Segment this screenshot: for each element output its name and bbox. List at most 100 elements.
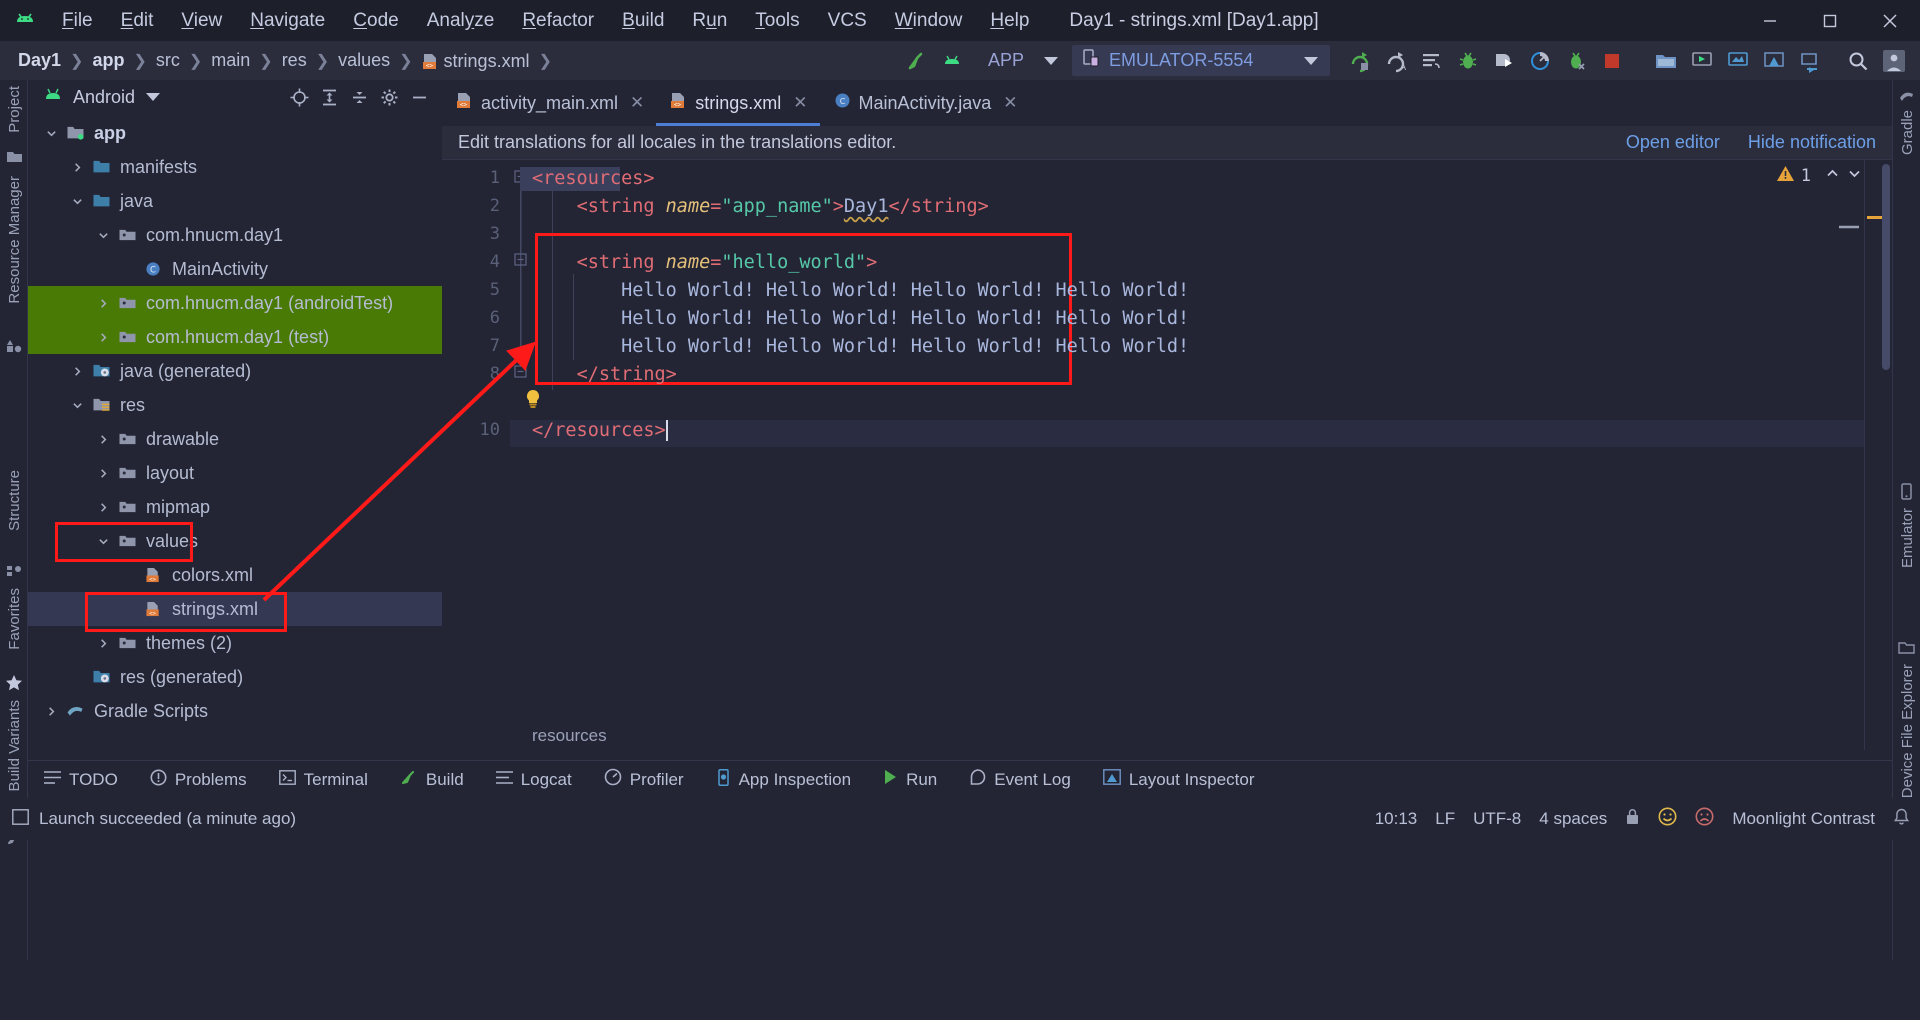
code-line[interactable]: </resources>​ (532, 420, 668, 441)
close-button[interactable] (1860, 0, 1920, 41)
chevron-up-icon[interactable] (1825, 166, 1840, 186)
breadcrumb-src[interactable]: src (152, 48, 184, 73)
device-explorer-icon[interactable] (1720, 46, 1756, 76)
hide-panel-icon[interactable] (404, 83, 434, 111)
target-crosshair-icon[interactable] (284, 83, 314, 111)
chevron-down-icon[interactable] (46, 128, 57, 139)
tree-item-com-hnucm-day1-test[interactable]: com.hnucm.day1 (test) (28, 320, 442, 354)
indent-setting[interactable]: 4 spaces (1539, 809, 1607, 829)
menu-window[interactable]: Window (881, 6, 977, 36)
chevron-down-icon[interactable] (98, 536, 109, 547)
menu-view[interactable]: View (167, 6, 236, 36)
sidebar-item-device-file-explorer[interactable]: Device File Explorer (1893, 664, 1920, 798)
breadcrumb-day1[interactable]: Day1 (14, 48, 65, 73)
close-icon[interactable]: ✕ (630, 93, 644, 113)
chevron-down-icon[interactable] (72, 400, 83, 411)
menu-code[interactable]: Code (339, 6, 412, 36)
menu-run[interactable]: Run (678, 6, 741, 36)
code-line[interactable]: <resources> (532, 168, 655, 189)
apply-code-changes-icon[interactable]: A (1378, 46, 1414, 76)
tree-item-strings-xml[interactable]: <> strings.xml (28, 592, 442, 626)
avd-manager-button-icon[interactable] (1684, 46, 1720, 76)
tree-item-manifests[interactable]: manifests (28, 150, 442, 184)
sidebar-item-build-variants[interactable]: Build Variants (0, 700, 28, 791)
code-line[interactable]: <string name="app_name">Day1</string> (532, 196, 989, 217)
menu-edit[interactable]: Edit (107, 6, 168, 36)
tree-item-gradle-scripts[interactable]: Gradle Scripts (28, 694, 442, 728)
bottom-item-run[interactable]: Run (867, 761, 953, 799)
chevron-right-icon[interactable] (98, 332, 109, 343)
chevron-down-icon[interactable] (146, 93, 161, 101)
breadcrumb-strings-xml[interactable]: <> strings.xml (418, 48, 534, 74)
menu-build[interactable]: Build (608, 6, 678, 36)
tree-item-themes-2[interactable]: themes (2) (28, 626, 442, 660)
hide-inspections-icon[interactable] (1838, 215, 1860, 235)
bottom-item-app-inspection[interactable]: App Inspection (700, 761, 867, 799)
bottom-item-profiler[interactable]: Profiler (588, 761, 700, 799)
gear-icon[interactable] (374, 83, 404, 111)
tab-strings-xml[interactable]: <> strings.xml ✕ (656, 80, 820, 126)
inspection-summary[interactable]: 1 (1776, 166, 1862, 186)
sync-gradle-icon[interactable] (1792, 46, 1828, 76)
bottom-item-problems[interactable]: Problems (134, 761, 263, 799)
tab-main-activity-java[interactable]: C MainActivity.java ✕ (820, 80, 1030, 126)
code-line[interactable] (532, 392, 577, 413)
build-hammer-icon[interactable] (898, 46, 934, 76)
smiley-sad-icon[interactable] (1695, 807, 1714, 831)
coverage-icon[interactable] (1558, 46, 1594, 76)
chevron-down-icon[interactable] (72, 196, 83, 207)
code-line[interactable]: </string> (532, 364, 677, 385)
breadcrumb-app[interactable]: app (88, 48, 128, 73)
avd-manager-icon[interactable] (934, 46, 970, 76)
editor-breadcrumb[interactable]: resources (532, 726, 607, 746)
tree-item-com-hnucm-day1-androidtest[interactable]: com.hnucm.day1 (androidTest) (28, 286, 442, 320)
sidebar-item-favorites[interactable]: Favorites (0, 588, 28, 650)
breadcrumb-main[interactable]: main (207, 48, 254, 73)
code-line[interactable]: Hello World! Hello World! Hello World! H… (532, 336, 1189, 357)
sidebar-item-resource-manager[interactable]: Resource Manager (0, 176, 28, 304)
tree-item-res-generated[interactable]: res (generated) (28, 660, 442, 694)
chevron-right-icon[interactable] (98, 468, 109, 479)
bell-icon[interactable] (1893, 808, 1910, 831)
breadcrumb-values[interactable]: values (334, 48, 394, 73)
bottom-item-build[interactable]: Build (384, 761, 480, 799)
minimize-button[interactable] (1740, 0, 1800, 41)
smiley-happy-icon[interactable] (1658, 807, 1677, 831)
maximize-button[interactable] (1800, 0, 1860, 41)
bottom-item-event-log[interactable]: Event Log (953, 761, 1087, 799)
expand-all-icon[interactable] (314, 83, 344, 111)
tree-item-values[interactable]: values (28, 524, 442, 558)
sidebar-item-gradle[interactable]: Gradle (1893, 110, 1920, 155)
bottom-item-terminal[interactable]: Terminal (263, 761, 384, 799)
theme-name[interactable]: Moonlight Contrast (1732, 809, 1875, 829)
tree-item-com-hnucm-day1[interactable]: com.hnucm.day1 (28, 218, 442, 252)
avatar-icon[interactable] (1876, 46, 1912, 76)
file-encoding[interactable]: UTF-8 (1473, 809, 1521, 829)
bottom-item-todo[interactable]: TODO (28, 761, 134, 799)
close-icon[interactable]: ✕ (793, 93, 807, 113)
chevron-right-icon[interactable] (46, 706, 57, 717)
run-configuration-selector[interactable]: APP (988, 50, 1058, 71)
debug-bug-icon[interactable] (1450, 46, 1486, 76)
menu-tools[interactable]: Tools (741, 6, 813, 36)
menu-vcs[interactable]: VCS (814, 6, 881, 36)
code-line[interactable]: Hello World! Hello World! Hello World! H… (532, 280, 1189, 301)
tree-item-res[interactable]: res (28, 388, 442, 422)
tree-item-java-generated[interactable]: java (generated) (28, 354, 442, 388)
chevron-right-icon[interactable] (98, 502, 109, 513)
menu-file[interactable]: File (48, 6, 107, 36)
chevron-down-icon[interactable] (1847, 166, 1862, 186)
layout-inspector-icon[interactable] (1756, 46, 1792, 76)
tree-item-java[interactable]: java (28, 184, 442, 218)
sdk-manager-icon[interactable] (1648, 46, 1684, 76)
tree-item-layout[interactable]: layout (28, 456, 442, 490)
chevron-right-icon[interactable] (72, 162, 83, 173)
profiler-gauge-icon[interactable] (1522, 46, 1558, 76)
stop-square-icon[interactable] (1594, 46, 1630, 76)
caret-position[interactable]: 10:13 (1375, 809, 1418, 829)
menu-refactor[interactable]: Refactor (508, 6, 608, 36)
sidebar-item-emulator[interactable]: Emulator (1893, 508, 1920, 568)
open-editor-link[interactable]: Open editor (1626, 132, 1720, 153)
code-text[interactable]: <resources> <string name="app_name">Day1… (532, 160, 1892, 750)
chevron-right-icon[interactable] (98, 638, 109, 649)
